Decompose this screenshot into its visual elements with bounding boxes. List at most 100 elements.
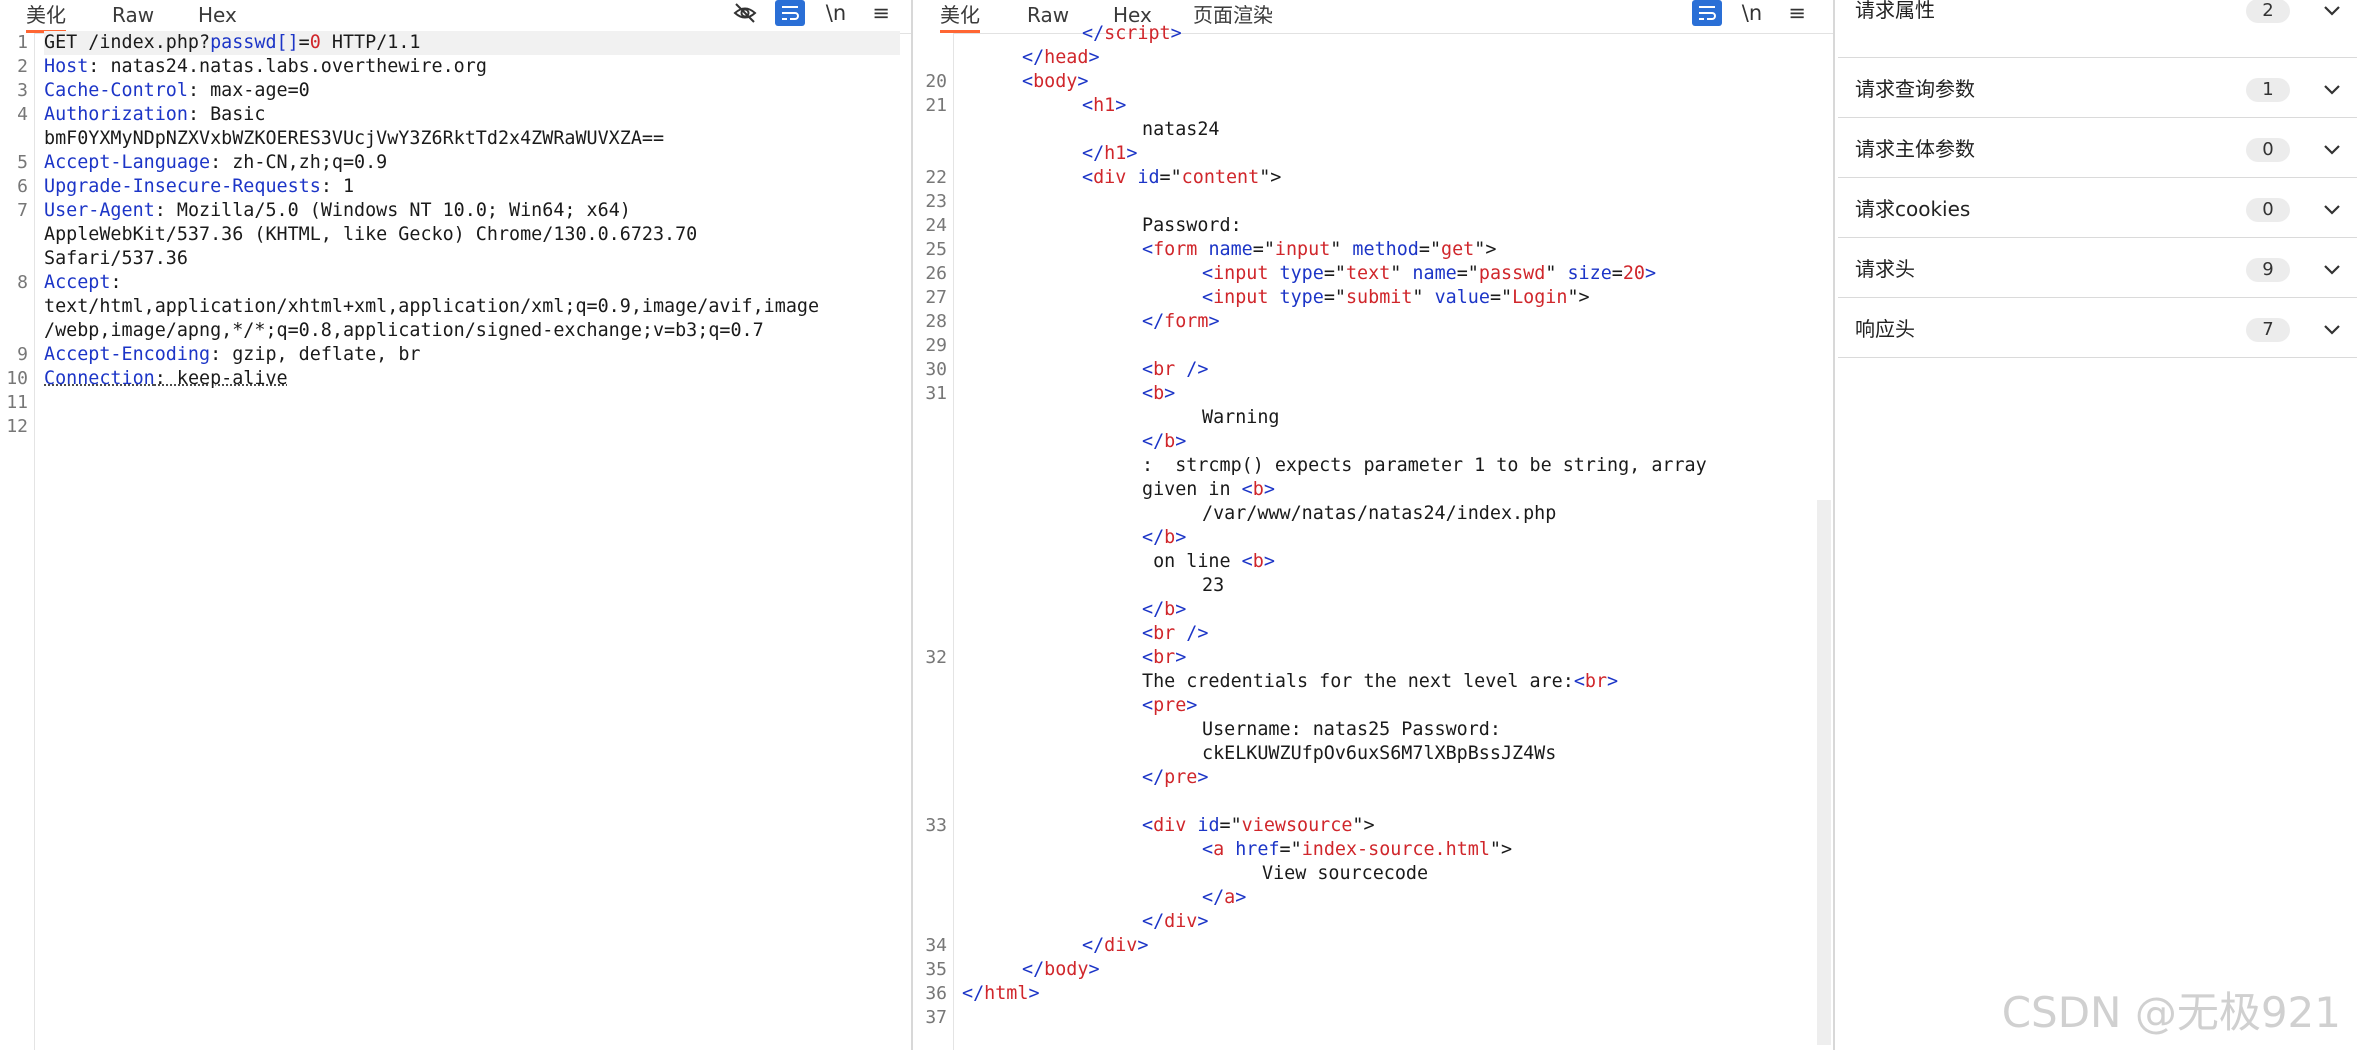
inspector-section-label: 响应头 <box>1855 317 1915 341</box>
inspector-section-row[interactable]: 请求主体参数 0 <box>1838 118 2357 178</box>
code-token: : Mozilla/5.0 (Windows NT 10.0; Win64; x… <box>154 200 631 221</box>
line-number: 25 <box>925 239 947 260</box>
line-number: 28 <box>925 311 947 332</box>
code-token: </ <box>1022 959 1045 980</box>
code-token: > <box>1126 143 1138 164</box>
code-token: > <box>1175 599 1187 620</box>
newline-icon[interactable]: \n <box>821 0 851 28</box>
code-line: Accept-Language: zh-CN,zh;q=0.9 <box>44 151 387 175</box>
code-token: div <box>1104 935 1138 956</box>
inspector-section-row[interactable]: 响应头 7 <box>1838 298 2357 358</box>
code-token: /> <box>1175 359 1209 380</box>
code-token: > <box>1175 527 1187 548</box>
code-line: text/html,application/xhtml+xml,applicat… <box>44 295 819 319</box>
code-token: AppleWebKit/537.36 (KHTML, like Gecko) C… <box>44 224 698 245</box>
code-token: </ <box>1082 23 1105 44</box>
code-token: input <box>1274 239 1331 260</box>
code-token: Login <box>1512 287 1568 308</box>
code-token: < <box>1142 359 1154 380</box>
inspector-section-row[interactable]: 请求查询参数 1 <box>1838 58 2357 118</box>
code-token: bmF0YXMyNDpNZXVxbWZKOERES3VUcjVwY3Z6RktT… <box>44 128 665 149</box>
code-token: br <box>1584 671 1608 692</box>
code-token: > <box>1170 23 1182 44</box>
line-number: 1 <box>17 32 28 53</box>
code-token: pre <box>1153 695 1187 716</box>
line-number: 33 <box>925 815 947 836</box>
tab-raw[interactable]: Raw <box>1027 0 1069 33</box>
code-token: /var/www/natas/natas24/index.php <box>1202 503 1557 524</box>
code-token: > <box>1645 263 1657 284</box>
code-token: Cache-Control <box>44 80 188 101</box>
code-token: The credentials for the next level are: <box>1142 671 1574 692</box>
code-line: Connection: keep-alive <box>44 367 288 391</box>
code-token: script <box>1104 23 1171 44</box>
code-line: </body> <box>1022 958 1100 982</box>
inspector-section-row[interactable]: 请求属性 2 <box>1838 0 2357 58</box>
code-line: Accept: <box>44 271 122 295</box>
code-line: View sourcecode <box>1262 862 1428 886</box>
tab-hex[interactable]: Hex <box>198 0 237 33</box>
tab-pretty[interactable]: 美化 <box>26 0 66 33</box>
inspector-section-label: 请求主体参数 <box>1855 137 1975 161</box>
code-token: : <box>110 272 122 293</box>
code-line: on line <b> <box>1142 550 1275 574</box>
code-token: viewsource <box>1241 815 1353 836</box>
code-token: : 1 <box>320 176 355 197</box>
chevron-down-icon[interactable] <box>2320 258 2344 282</box>
newline-icon[interactable]: \n <box>1737 0 1767 28</box>
code-token: text <box>1345 263 1391 284</box>
line-number: 6 <box>17 176 28 197</box>
menu-icon[interactable]: ≡ <box>866 0 896 28</box>
code-token: : max-age=0 <box>187 80 310 101</box>
code-token: " <box>1390 263 1402 284</box>
code-token: id <box>1186 815 1220 836</box>
chevron-down-icon[interactable] <box>2320 0 2344 23</box>
code-token: < <box>1202 263 1214 284</box>
code-token: " <box>1545 263 1557 284</box>
code-line: </div> <box>1142 910 1208 934</box>
tab-render[interactable]: 页面渲染 <box>1193 0 1273 33</box>
code-token: < <box>1142 623 1154 644</box>
code-token: method <box>1341 239 1419 260</box>
code-line: GET /index.php?passwd[]=0 HTTP/1.1 <box>44 31 900 55</box>
code-line: Host: natas24.natas.labs.overthewire.org <box>44 55 487 79</box>
inspector-section-row[interactable]: 请求头 9 <box>1838 238 2357 298</box>
code-token: input <box>1213 287 1269 308</box>
code-token: = <box>1611 263 1623 284</box>
code-token: Accept-Language <box>44 152 211 173</box>
code-token: </ <box>1142 599 1165 620</box>
code-token: pre <box>1164 767 1198 788</box>
code-line: <input type="submit" value="Login"> <box>1202 286 1590 310</box>
chevron-down-icon[interactable] <box>2320 78 2344 102</box>
code-line: ckELKUWZUfpOv6uxS6M7lXBpBssJZ4Ws <box>1202 742 1556 766</box>
code-token: Accept <box>44 272 111 293</box>
chevron-down-icon[interactable] <box>2320 198 2344 222</box>
code-token: type <box>1268 287 1324 308</box>
tab-pretty[interactable]: 美化 <box>940 0 980 33</box>
code-token: "> <box>1474 239 1497 260</box>
code-token: size <box>1556 263 1612 284</box>
tab-raw[interactable]: Raw <box>112 0 154 33</box>
code-token: =" <box>1252 239 1275 260</box>
inspector-section-row[interactable]: 请求cookies 0 <box>1838 178 2357 238</box>
eye-off-icon[interactable] <box>730 0 760 28</box>
wrap-lines-icon[interactable] <box>775 0 805 26</box>
code-token: "> <box>1567 287 1590 308</box>
code-token: div <box>1153 815 1187 836</box>
chevron-down-icon[interactable] <box>2320 138 2344 162</box>
code-line: User-Agent: Mozilla/5.0 (Windows NT 10.0… <box>44 199 631 223</box>
line-number: 4 <box>17 104 28 125</box>
line-number: 2 <box>17 56 28 77</box>
code-line: <div id="content"> <box>1082 166 1281 190</box>
code-token: </ <box>1142 431 1165 452</box>
chevron-down-icon[interactable] <box>2320 318 2344 342</box>
vertical-scrollbar[interactable] <box>1817 500 1831 1045</box>
code-line: </b> <box>1142 598 1186 622</box>
menu-icon[interactable]: ≡ <box>1782 0 1812 28</box>
code-line: <pre> <box>1142 694 1197 718</box>
code-token: < <box>1142 647 1154 668</box>
code-line: Cache-Control: max-age=0 <box>44 79 310 103</box>
code-token: > <box>1164 383 1176 404</box>
line-number: 10 <box>6 368 28 389</box>
wrap-lines-icon[interactable] <box>1692 0 1722 26</box>
